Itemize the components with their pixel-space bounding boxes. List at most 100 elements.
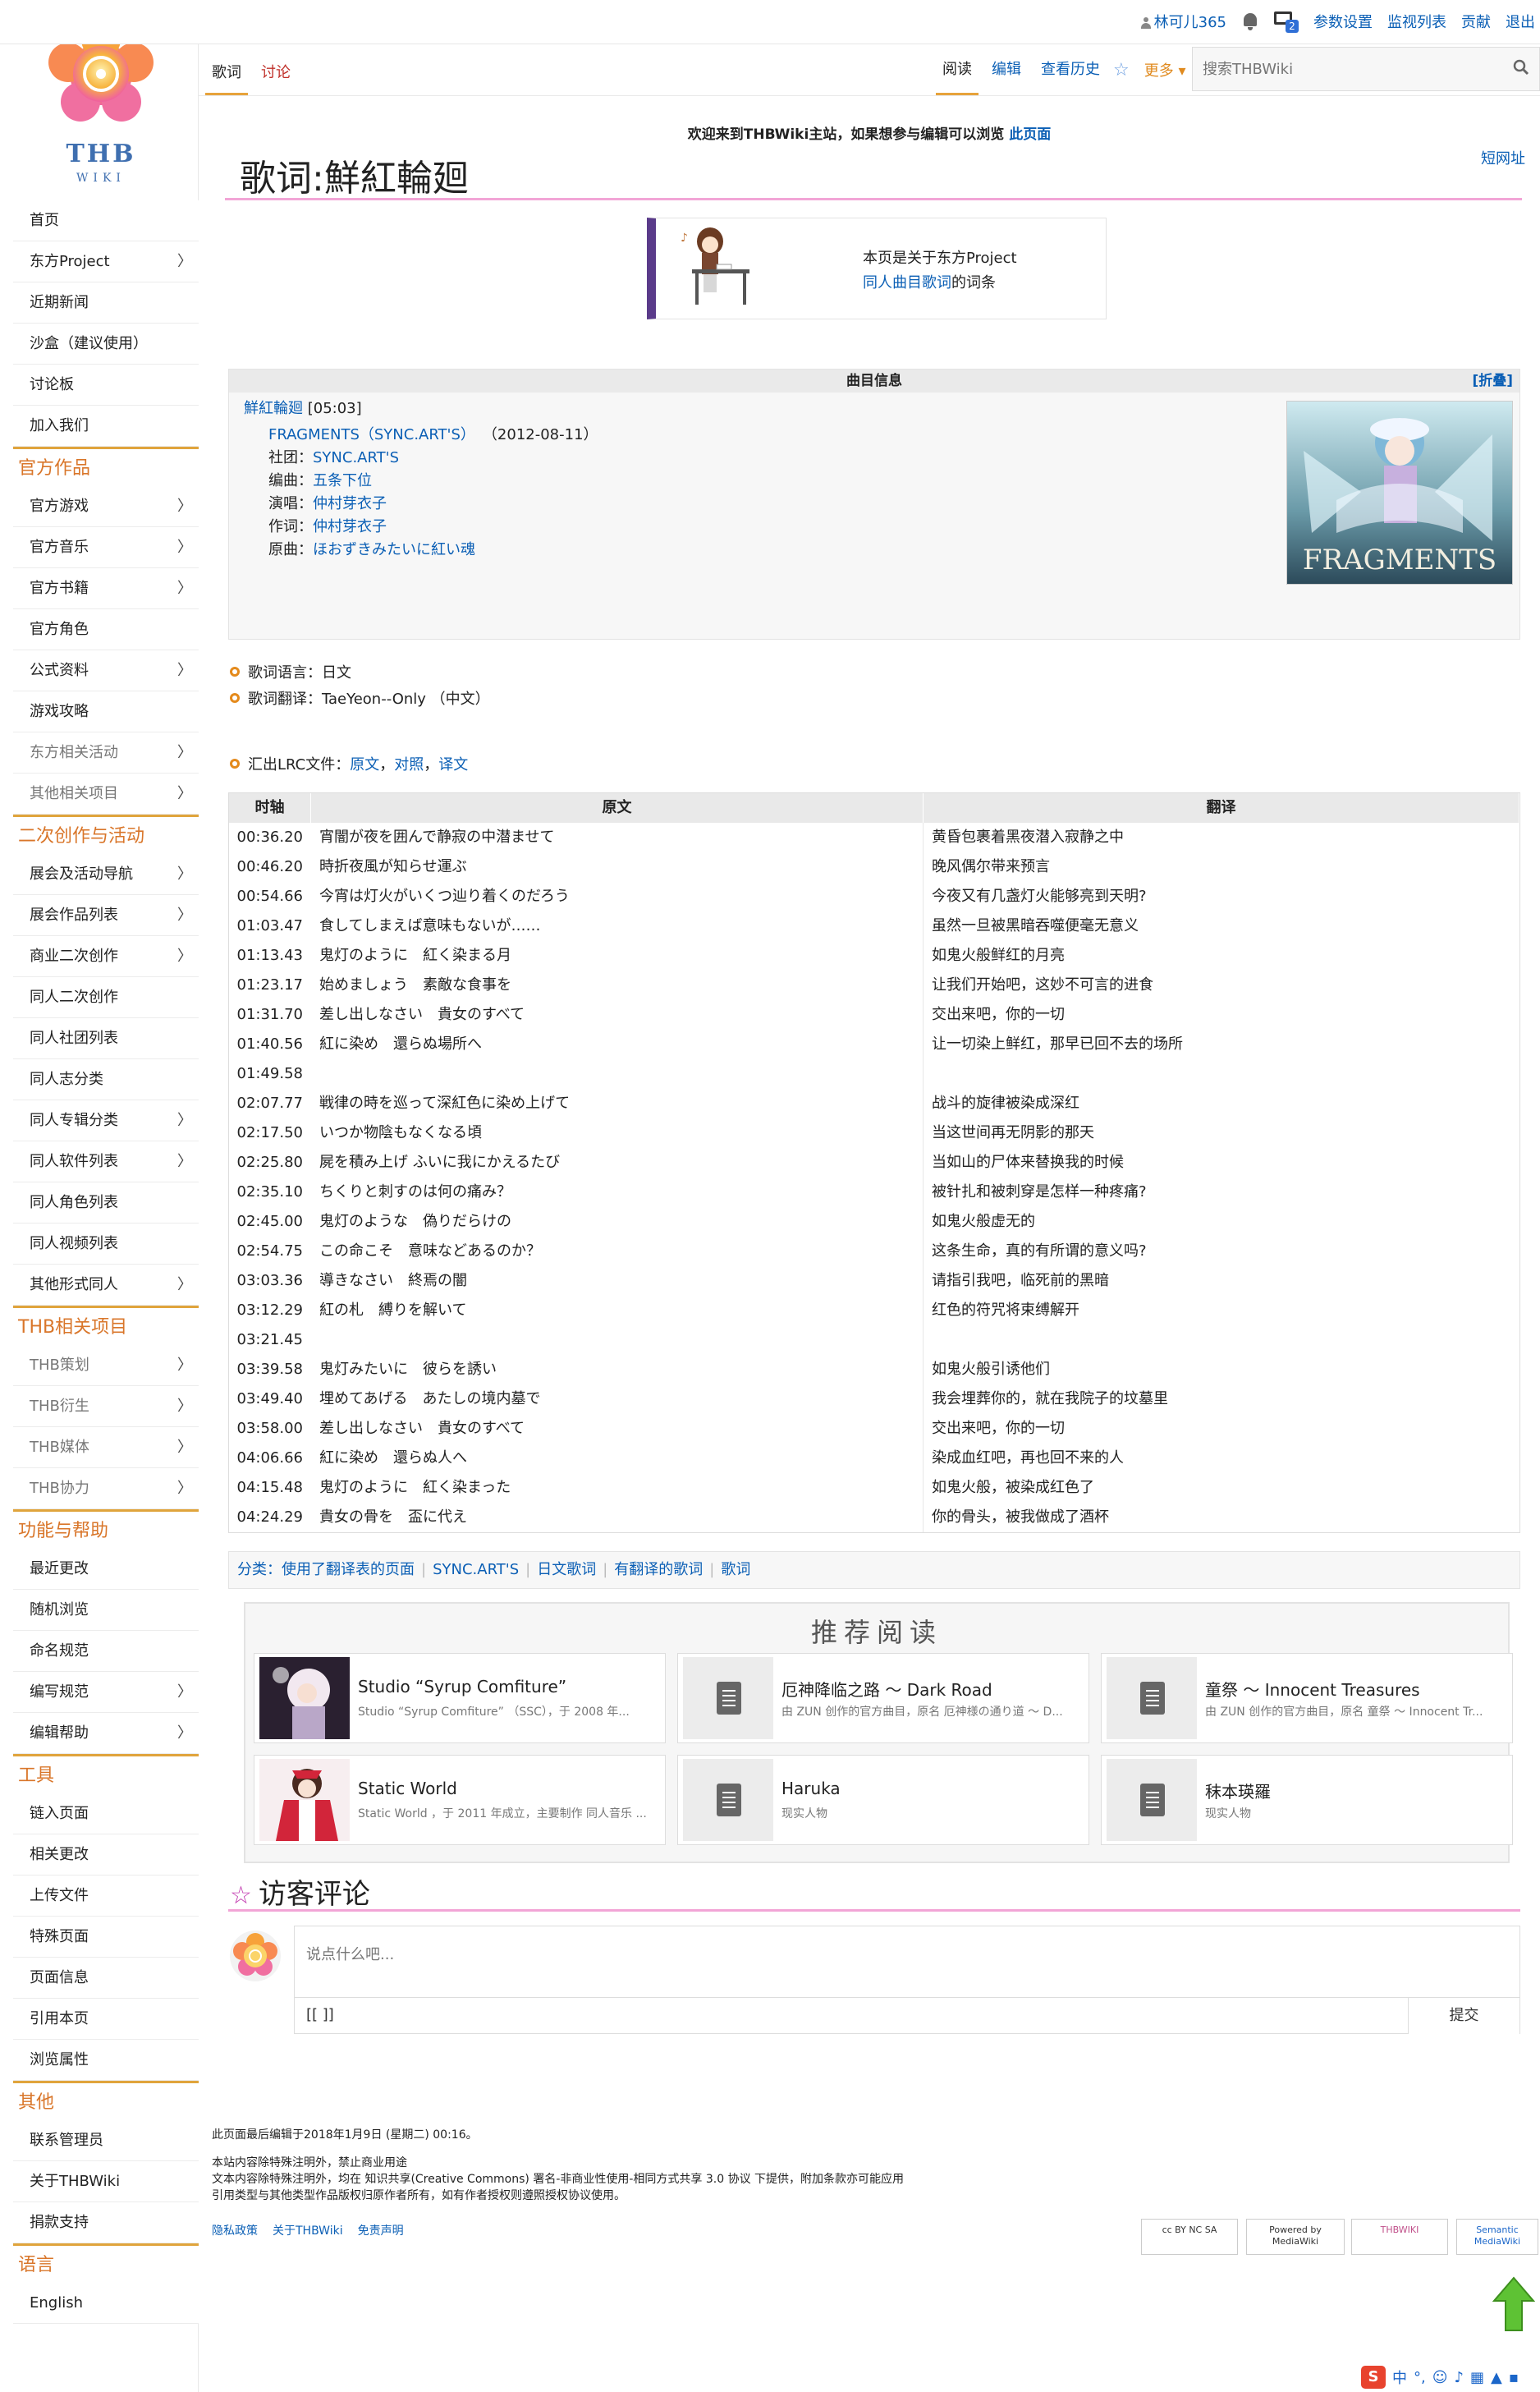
sidebar-section-item[interactable]: 官方书籍 〉 xyxy=(13,568,199,609)
sidebar-section-item[interactable]: 官方游戏 〉 xyxy=(13,486,199,527)
short-url-link[interactable]: 短网址 xyxy=(1481,147,1525,168)
recommend-card[interactable]: Studio “Syrup Comfiture” Studio “Syrup Co… xyxy=(254,1653,666,1743)
sidebar-section-item[interactable]: 商业二次创作 〉 xyxy=(13,936,199,977)
sidebar-section-item[interactable]: 随机浏览 xyxy=(13,1590,199,1631)
tab-lyrics[interactable]: 歌词 xyxy=(205,44,248,95)
emoji-icon[interactable]: ☺ xyxy=(1432,2369,1448,2386)
sidebar-section-item[interactable]: 同人社团列表 xyxy=(13,1018,199,1059)
wikilink-tool-button[interactable]: [[ ]] xyxy=(306,2006,334,2023)
category-link[interactable]: SYNC.ART'S xyxy=(433,1561,519,1578)
sidebar-top-item[interactable]: 首页 xyxy=(13,200,199,241)
album-link[interactable]: FRAGMENTS（SYNC.ART'S） xyxy=(268,426,475,443)
category-link[interactable]: 日文歌词 xyxy=(537,1561,596,1578)
recommend-card[interactable]: 秣本瑛羅 现实人物 xyxy=(1101,1755,1513,1845)
menu-grid-icon[interactable]: ▪ xyxy=(1509,2369,1519,2386)
sidebar-section-item[interactable]: 引用本页 xyxy=(13,1999,199,2040)
mediawiki-badge[interactable]: Powered by MediaWiki xyxy=(1246,2219,1345,2255)
sidebar-section-item[interactable]: 关于THBWiki xyxy=(13,2161,199,2202)
sidebar-top-item[interactable]: 近期新闻 xyxy=(13,282,199,324)
sidebar-section-item[interactable]: 页面信息 xyxy=(13,1958,199,1999)
sogou-ime-icon[interactable]: S xyxy=(1361,2366,1386,2389)
mic-icon[interactable]: ♪ xyxy=(1455,2369,1464,2386)
sidebar-section-item[interactable]: 同人角色列表 xyxy=(13,1182,199,1224)
sidebar-section-item[interactable]: 联系管理员 xyxy=(13,2120,199,2161)
sidebar-section-item[interactable]: 游戏攻略 xyxy=(13,691,199,732)
sidebar-section-item[interactable]: THB媒体 〉 xyxy=(13,1427,199,1468)
category-link[interactable]: 歌词 xyxy=(721,1561,750,1578)
ime-mode[interactable]: 中 xyxy=(1392,2367,1407,2388)
sidebar-section-item[interactable]: 上传文件 xyxy=(13,1875,199,1917)
field-value-link[interactable]: 仲村芽衣子 xyxy=(313,495,387,512)
sidebar-section-item[interactable]: 公式资料 〉 xyxy=(13,650,199,691)
sidebar-section-item[interactable]: 最近更改 xyxy=(13,1549,199,1590)
sidebar-section-item[interactable]: 同人志分类 xyxy=(13,1059,199,1100)
lrc-translation-link[interactable]: 译文 xyxy=(438,753,468,774)
sidebar-section-item[interactable]: 官方角色 xyxy=(13,609,199,650)
sidebar-top-item[interactable]: 讨论板 xyxy=(13,365,199,406)
notice-link[interactable]: 此页面 xyxy=(1009,126,1051,143)
keyboard-icon[interactable]: ▦ xyxy=(1470,2369,1484,2386)
search-icon[interactable] xyxy=(1513,59,1529,76)
field-value-link[interactable]: ほおずきみたいに紅い魂 xyxy=(313,541,475,558)
doujin-lyrics-link[interactable]: 同人曲目歌词 xyxy=(863,274,951,292)
sidebar-top-item[interactable]: 东方Project 〉 xyxy=(13,241,199,282)
sidebar-section-item[interactable]: 浏览属性 xyxy=(13,2040,199,2081)
back-to-top-icon[interactable] xyxy=(1492,2276,1535,2334)
recommend-card[interactable]: 厄神降临之路 ～ Dark Road 由 ZUN 创作的官方曲目，原名 厄神様の通… xyxy=(677,1653,1089,1743)
sidebar-section-item[interactable]: 编辑帮助 〉 xyxy=(13,1713,199,1754)
tab-edit[interactable]: 编辑 xyxy=(985,44,1028,95)
sidebar-section-item[interactable]: THB协力 〉 xyxy=(13,1468,199,1509)
sidebar-top-item[interactable]: 沙盒（建议使用） xyxy=(13,324,199,365)
recommend-card[interactable]: Haruka 现实人物 xyxy=(677,1755,1089,1845)
sidebar-section-item[interactable]: THB策划 〉 xyxy=(13,1345,199,1386)
field-value-link[interactable]: SYNC.ART'S xyxy=(313,449,399,466)
disclaimer-link[interactable]: 免责声明 xyxy=(358,2222,404,2238)
more-menu[interactable]: 更多 ▾ xyxy=(1144,59,1186,80)
sidebar-section-item[interactable]: 链入页面 xyxy=(13,1793,199,1834)
sidebar-section-item[interactable]: 同人视频列表 xyxy=(13,1224,199,1265)
comment-input[interactable]: 说点什么吧... xyxy=(306,1943,394,1964)
sidebar-section-item[interactable]: 同人二次创作 xyxy=(13,977,199,1018)
sidebar-section-item[interactable]: 展会作品列表 〉 xyxy=(13,895,199,936)
sidebar-section-item[interactable]: 同人专辑分类 〉 xyxy=(13,1100,199,1141)
sidebar-section-item[interactable]: 其他形式同人 〉 xyxy=(13,1265,199,1306)
sidebar-section-item[interactable]: THB衍生 〉 xyxy=(13,1386,199,1427)
punct-icon[interactable]: °, xyxy=(1414,2369,1426,2386)
field-value-link[interactable]: 五条下位 xyxy=(313,472,372,489)
tab-history[interactable]: 查看历史 xyxy=(1034,44,1107,95)
sidebar-section-item[interactable]: 特殊页面 xyxy=(13,1917,199,1958)
tab-discussion[interactable]: 讨论 xyxy=(254,44,297,95)
infobox-fold-toggle[interactable]: [折叠] xyxy=(1472,370,1513,393)
recommend-card[interactable]: 童祭 ～ Innocent Treasures 由 ZUN 创作的官方曲目，原名 … xyxy=(1101,1653,1513,1743)
thbwiki-badge[interactable]: THBWIKI xyxy=(1351,2219,1448,2255)
song-title-link[interactable]: 鮮紅輪廻 xyxy=(244,400,303,417)
sidebar-section-item[interactable]: English xyxy=(13,2283,199,2324)
lrc-compare-link[interactable]: 对照 xyxy=(394,753,424,774)
notification-bell-icon[interactable] xyxy=(1241,11,1259,31)
watch-star-icon[interactable]: ☆ xyxy=(1113,60,1130,80)
messages-icon[interactable]: 2 xyxy=(1274,10,1299,33)
privacy-link[interactable]: 隐私政策 xyxy=(212,2222,258,2238)
sidebar-section-item[interactable]: 命名规范 xyxy=(13,1631,199,1672)
sidebar-section-item[interactable]: 官方音乐 〉 xyxy=(13,527,199,568)
sidebar-top-item[interactable]: 加入我们 xyxy=(13,406,199,447)
tab-read[interactable]: 阅读 xyxy=(936,44,979,95)
sidebar-section-item[interactable]: 相关更改 xyxy=(13,1834,199,1875)
logout-link[interactable]: 退出 xyxy=(1506,11,1535,32)
sidebar-section-item[interactable]: 东方相关活动 〉 xyxy=(13,732,199,774)
watchlist-link[interactable]: 监视列表 xyxy=(1387,11,1446,32)
search-input[interactable] xyxy=(1193,48,1488,90)
recommend-card[interactable]: Static World Static World ，于 2011 年成立，主要制… xyxy=(254,1755,666,1845)
contributions-link[interactable]: 贡献 xyxy=(1461,11,1491,32)
about-link[interactable]: 关于THBWiki xyxy=(273,2222,343,2238)
sidebar-section-item[interactable]: 捐款支持 xyxy=(13,2202,199,2243)
sidebar-section-item[interactable]: 其他相关项目 〉 xyxy=(13,774,199,815)
submit-button[interactable]: 提交 xyxy=(1408,1998,1519,2034)
album-cover-image[interactable]: FRAGMENTS xyxy=(1286,401,1513,585)
user-link[interactable]: 林可儿365 xyxy=(1140,11,1226,32)
sidebar-section-item[interactable]: 同人软件列表 〉 xyxy=(13,1141,199,1182)
shirt-icon[interactable]: ▲ xyxy=(1491,2369,1502,2386)
sidebar-section-item[interactable]: 展会及活动导航 〉 xyxy=(13,854,199,895)
category-link[interactable]: 使用了翻译表的页面 xyxy=(282,1561,415,1578)
category-link[interactable]: 有翻译的歌词 xyxy=(614,1561,703,1578)
